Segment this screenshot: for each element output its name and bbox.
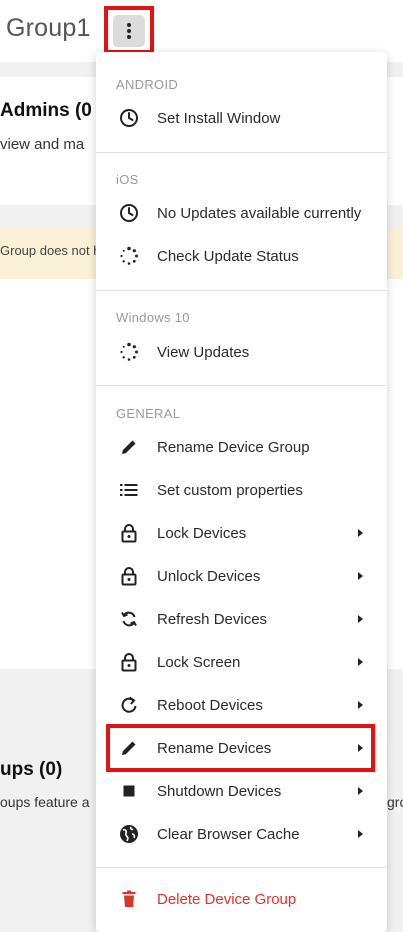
- menu-item-label: No Updates available currently: [157, 204, 362, 222]
- submenu-arrow-icon: [358, 658, 363, 666]
- loading-dots-icon: [118, 341, 140, 363]
- menu-item-set-custom-properties[interactable]: Set custom properties: [96, 470, 387, 510]
- menu-item-check-update-status[interactable]: Check Update Status: [96, 236, 387, 276]
- groups-title: ups (0): [0, 759, 63, 780]
- sync-icon: [118, 608, 140, 630]
- more-options-button[interactable]: [113, 15, 145, 47]
- globe-icon: [118, 823, 140, 845]
- lock-icon: [118, 651, 140, 673]
- rename-devices-highlight: [106, 724, 375, 772]
- section-windows: Windows 10: [116, 310, 190, 325]
- clock-icon: [118, 107, 140, 129]
- divider: [96, 385, 387, 386]
- loading-dots-icon: [118, 245, 140, 267]
- menu-item-lock-screen[interactable]: Lock Screen: [96, 642, 387, 682]
- section-android: ANDROID: [116, 77, 179, 92]
- warning-text: Group does not h: [0, 243, 101, 258]
- section-ios: iOS: [116, 172, 139, 187]
- menu-item-label: Set custom properties: [157, 481, 303, 499]
- submenu-arrow-icon: [358, 615, 363, 623]
- menu-item-clear-browser-cache[interactable]: Clear Browser Cache: [96, 814, 387, 854]
- menu-item-view-updates[interactable]: View Updates: [96, 332, 387, 372]
- more-vertical-icon: [127, 23, 131, 39]
- menu-item-label: Clear Browser Cache: [157, 825, 300, 843]
- menu-item-no-updates[interactable]: No Updates available currently: [96, 193, 387, 233]
- pencil-icon: [118, 436, 140, 458]
- submenu-arrow-icon: [358, 529, 363, 537]
- list-icon: [118, 479, 140, 501]
- divider: [96, 867, 387, 868]
- menu-item-label: View Updates: [157, 343, 250, 361]
- divider: [96, 152, 387, 153]
- menu-item-label: Lock Screen: [157, 653, 241, 671]
- menu-item-delete-device-group[interactable]: Delete Device Group: [96, 879, 387, 919]
- admins-description: view and ma: [0, 136, 85, 153]
- menu-item-label: Unlock Devices: [157, 567, 261, 585]
- stop-square-icon: [118, 780, 140, 802]
- menu-item-refresh-devices[interactable]: Refresh Devices: [96, 599, 387, 639]
- menu-item-label: Check Update Status: [157, 247, 299, 265]
- group-actions-menu: ANDROID Set Install Window iOS No Update…: [96, 52, 387, 932]
- submenu-arrow-icon: [358, 572, 363, 580]
- menu-item-rename-device-group[interactable]: Rename Device Group: [96, 427, 387, 467]
- menu-item-label: Set Install Window: [157, 109, 281, 127]
- menu-item-label: Delete Device Group: [157, 890, 297, 908]
- trash-icon: [118, 888, 140, 910]
- menu-item-label: Refresh Devices: [157, 610, 268, 628]
- lock-icon: [118, 522, 140, 544]
- kebab-highlight: [104, 6, 154, 54]
- groups-text-fragment: gro: [387, 794, 403, 810]
- menu-item-label: Shutdown Devices: [157, 782, 282, 800]
- menu-item-label: Lock Devices: [157, 524, 247, 542]
- submenu-arrow-icon: [358, 787, 363, 795]
- groups-description: oups feature a: [0, 794, 90, 810]
- menu-item-label: Rename Device Group: [157, 438, 310, 456]
- admins-title: Admins (0: [0, 100, 92, 121]
- lock-icon: [118, 565, 140, 587]
- clock-icon: [118, 202, 140, 224]
- menu-item-lock-devices[interactable]: Lock Devices: [96, 513, 387, 553]
- submenu-arrow-icon: [358, 830, 363, 838]
- menu-item-set-install-window[interactable]: Set Install Window: [96, 98, 387, 138]
- page-title: Group1: [6, 14, 91, 42]
- menu-item-label: Reboot Devices: [157, 696, 263, 714]
- menu-item-shutdown-devices[interactable]: Shutdown Devices: [96, 771, 387, 811]
- section-general: GENERAL: [116, 406, 181, 421]
- menu-item-reboot-devices[interactable]: Reboot Devices: [96, 685, 387, 725]
- submenu-arrow-icon: [358, 701, 363, 709]
- menu-item-unlock-devices[interactable]: Unlock Devices: [96, 556, 387, 596]
- divider: [96, 290, 387, 291]
- restart-icon: [118, 694, 140, 716]
